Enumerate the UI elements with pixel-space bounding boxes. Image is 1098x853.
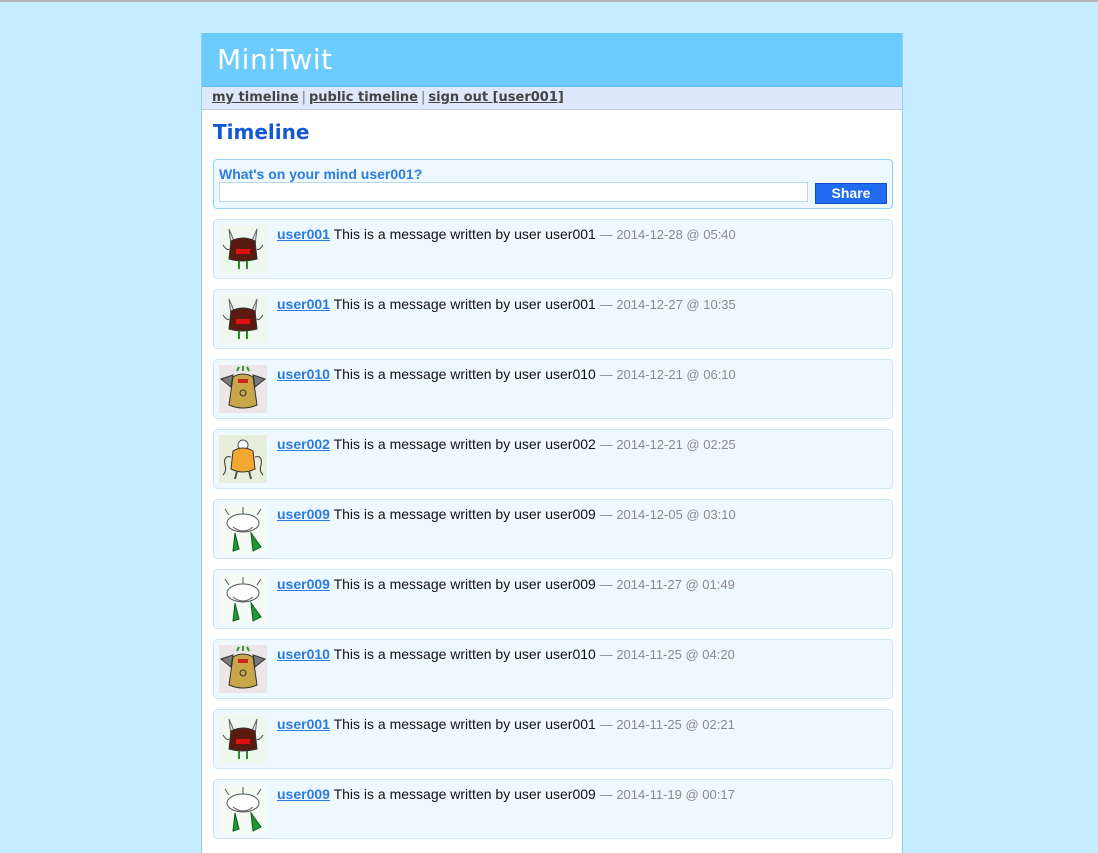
page-title: Timeline xyxy=(213,120,310,144)
message-body: This is a message written by user user01… xyxy=(333,366,596,382)
message-item: user001 This is a message written by use… xyxy=(213,709,893,769)
message-body: This is a message written by user user00… xyxy=(333,296,596,312)
message-username-link[interactable]: user002 xyxy=(277,436,330,452)
message-username-link[interactable]: user009 xyxy=(277,506,330,522)
nav-separator: | xyxy=(421,90,426,105)
message-text: user009 This is a message written by use… xyxy=(277,786,735,802)
message-username-link[interactable]: user010 xyxy=(277,646,330,662)
nav-my-timeline[interactable]: my timeline xyxy=(212,90,299,105)
message-body: This is a message written by user user00… xyxy=(333,786,596,802)
message-timestamp: — 2014-12-21 @ 06:10 xyxy=(599,367,736,382)
message-username-link[interactable]: user010 xyxy=(277,366,330,382)
message-body: This is a message written by user user00… xyxy=(333,716,596,732)
header: MiniTwit xyxy=(202,33,902,87)
message-text: user001 This is a message written by use… xyxy=(277,226,736,242)
message-body: This is a message written by user user01… xyxy=(333,646,596,662)
message-timestamp: — 2014-11-25 @ 04:20 xyxy=(599,647,735,662)
monster-brown-horns-icon[interactable] xyxy=(219,715,267,763)
navigation-bar: my timeline | public timeline | sign out [us… xyxy=(202,87,902,110)
message-timestamp: — 2014-12-21 @ 02:25 xyxy=(599,437,736,452)
message-text: user001 This is a message written by use… xyxy=(277,716,735,732)
monster-yellow-bat-icon[interactable] xyxy=(219,365,267,413)
monster-brown-horns-icon[interactable] xyxy=(219,295,267,343)
message-username-link[interactable]: user001 xyxy=(277,296,330,312)
app-title: MiniTwit xyxy=(217,43,333,76)
message-timestamp: — 2014-12-05 @ 03:10 xyxy=(599,507,736,522)
twitbox: What's on your mind user001? Share xyxy=(213,159,893,209)
message-item: user010 This is a message written by use… xyxy=(213,359,893,419)
monster-green-legs-icon[interactable] xyxy=(219,575,267,623)
message-input[interactable] xyxy=(219,182,808,202)
twitbox-prompt: What's on your mind user001? xyxy=(219,166,423,182)
message-username-link[interactable]: user009 xyxy=(277,576,330,592)
message-text: user001 This is a message written by use… xyxy=(277,296,736,312)
message-timestamp: — 2014-11-27 @ 01:49 xyxy=(599,577,735,592)
monster-yellow-bat-icon[interactable] xyxy=(219,645,267,693)
message-text: user010 This is a message written by use… xyxy=(277,366,736,382)
message-text: user002 This is a message written by use… xyxy=(277,436,736,452)
message-timestamp: — 2014-11-19 @ 00:17 xyxy=(599,787,735,802)
message-username-link[interactable]: user001 xyxy=(277,716,330,732)
nav-public-timeline[interactable]: public timeline xyxy=(309,90,418,105)
message-text: user010 This is a message written by use… xyxy=(277,646,735,662)
message-text: user009 This is a message written by use… xyxy=(277,576,735,592)
message-body: This is a message written by user user00… xyxy=(333,506,596,522)
monster-brown-horns-icon[interactable] xyxy=(219,225,267,273)
message-item: user010 This is a message written by use… xyxy=(213,639,893,699)
message-timestamp: — 2014-12-28 @ 05:40 xyxy=(599,227,736,242)
message-timestamp: — 2014-12-27 @ 10:35 xyxy=(599,297,736,312)
monster-orange-tentacle-icon[interactable] xyxy=(219,435,267,483)
message-item: user009 This is a message written by use… xyxy=(213,499,893,559)
window-top-border xyxy=(0,0,1098,2)
message-item: user009 This is a message written by use… xyxy=(213,569,893,629)
message-item: user009 This is a message written by use… xyxy=(213,779,893,839)
message-text: user009 This is a message written by use… xyxy=(277,506,736,522)
message-item: user002 This is a message written by use… xyxy=(213,429,893,489)
message-body: This is a message written by user user00… xyxy=(333,436,596,452)
message-timestamp: — 2014-11-25 @ 02:21 xyxy=(599,717,735,732)
message-username-link[interactable]: user001 xyxy=(277,226,330,242)
message-item: user001 This is a message written by use… xyxy=(213,219,893,279)
page-container: MiniTwit my timeline | public timeline | sig… xyxy=(201,33,903,853)
message-username-link[interactable]: user009 xyxy=(277,786,330,802)
share-button[interactable]: Share xyxy=(815,183,887,204)
nav-sign-out[interactable]: sign out [user001] xyxy=(428,90,563,105)
message-body: This is a message written by user user00… xyxy=(333,576,596,592)
monster-green-legs-icon[interactable] xyxy=(219,505,267,553)
monster-green-legs-icon[interactable] xyxy=(219,785,267,833)
message-item: user001 This is a message written by use… xyxy=(213,289,893,349)
message-body: This is a message written by user user00… xyxy=(333,226,596,242)
nav-separator: | xyxy=(301,90,306,105)
